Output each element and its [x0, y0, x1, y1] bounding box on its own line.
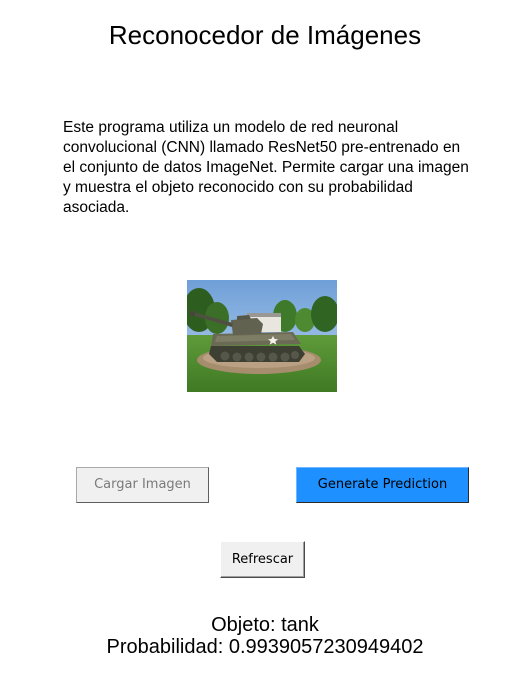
load-image-button[interactable]: Cargar Imagen	[76, 467, 209, 503]
tank-photo	[187, 280, 337, 392]
result-object: Objeto: tank	[211, 614, 319, 636]
generate-prediction-button[interactable]: Generate Prediction	[296, 467, 469, 503]
app-description: Este programa utiliza un modelo de red n…	[63, 119, 469, 216]
app-title: Reconocedor de Imágenes	[108, 20, 422, 50]
refresh-button[interactable]: Refrescar	[220, 541, 305, 578]
loaded-image	[187, 280, 337, 392]
result-probability: Probabilidad: 0.9939057230949402	[106, 636, 424, 658]
